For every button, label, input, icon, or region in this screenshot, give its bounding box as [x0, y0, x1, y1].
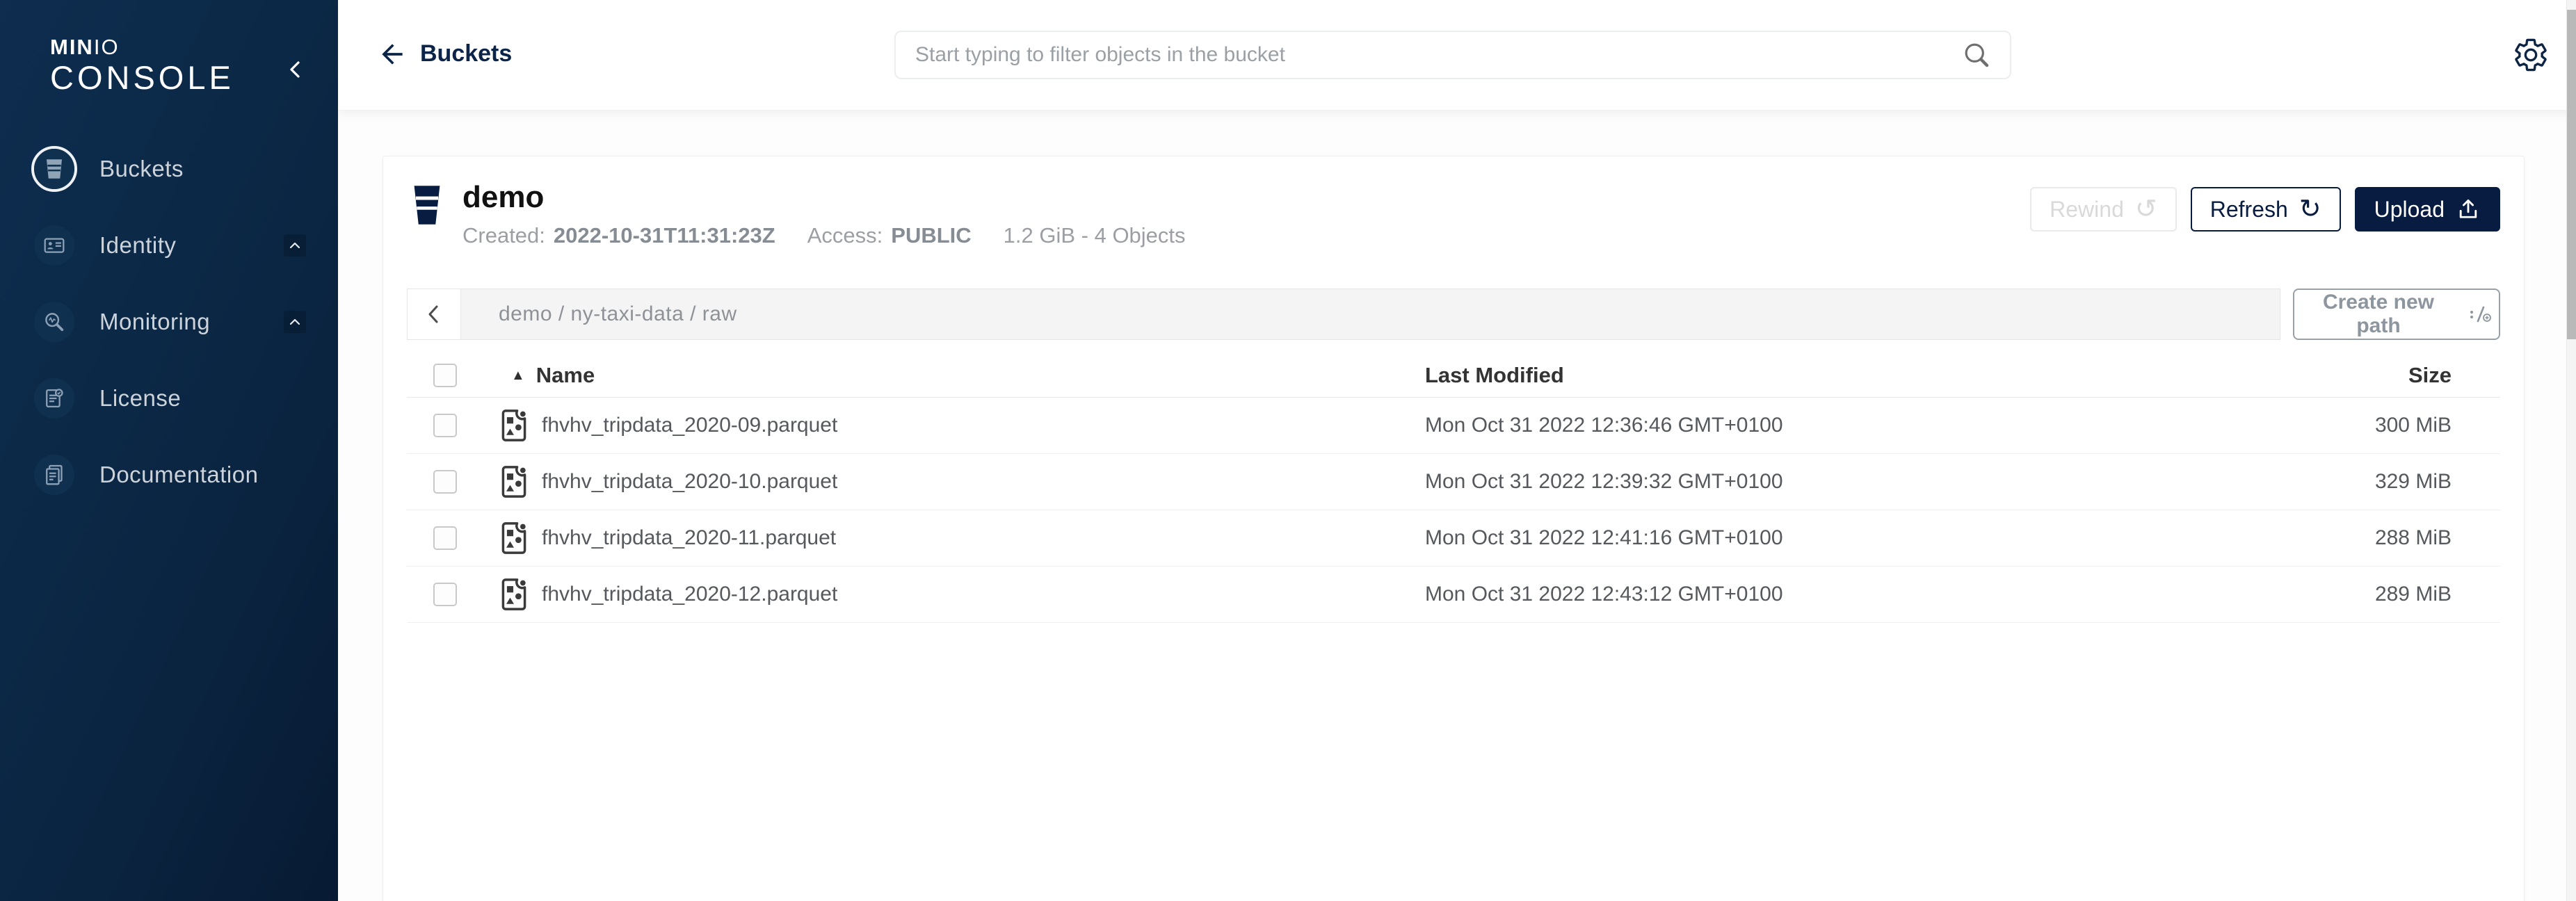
- object-file-icon: [499, 576, 529, 612]
- console-wordmark: CONSOLE: [50, 59, 234, 97]
- access-value[interactable]: PUBLIC: [891, 223, 971, 248]
- sidebar-item-label: Documentation: [99, 462, 258, 488]
- sidebar-item-license[interactable]: License: [0, 375, 338, 421]
- bucket-header: demo Created: 2022-10-31T11:31:23Z Acces…: [407, 181, 2500, 251]
- row-checkbox[interactable]: [433, 583, 457, 606]
- object-name[interactable]: fhvhv_tripdata_2020-12.parquet: [542, 583, 837, 606]
- bucket-browser-card: demo Created: 2022-10-31T11:31:23Z Acces…: [383, 156, 2525, 901]
- object-size: 288 MiB: [2271, 526, 2500, 550]
- minio-wordmark-bold: MIN: [50, 35, 94, 59]
- table-header-row: ▲ Name Last Modified Size: [407, 354, 2500, 398]
- search-input[interactable]: [914, 42, 1961, 67]
- object-file-icon: [499, 520, 529, 556]
- sidebar-collapse-button[interactable]: [282, 57, 307, 82]
- access-label: Access:: [807, 223, 883, 248]
- page-scrollbar-track[interactable]: [2566, 0, 2576, 901]
- select-all-checkbox[interactable]: [433, 364, 457, 387]
- sidebar-item-label: Monitoring: [99, 309, 210, 335]
- rewind-button-label: Rewind: [2050, 197, 2124, 222]
- sidebar-item-monitoring[interactable]: Monitoring: [0, 299, 338, 345]
- object-size: 289 MiB: [2271, 583, 2500, 606]
- path-row: demo / ny-taxi-data / raw Create new pat…: [407, 289, 2500, 340]
- column-header-size[interactable]: Size: [2271, 363, 2500, 388]
- minio-logo: MINIO CONSOLE: [50, 36, 234, 97]
- object-file-icon: [499, 464, 529, 500]
- object-modified: Mon Oct 31 2022 12:41:16 GMT+0100: [1425, 526, 2271, 550]
- refresh-button[interactable]: Refresh ↻: [2191, 187, 2341, 232]
- upload-icon: [2456, 197, 2481, 222]
- identity-card-icon: [42, 234, 66, 257]
- object-name[interactable]: fhvhv_tripdata_2020-09.parquet: [542, 414, 837, 437]
- topbar: Buckets: [338, 0, 2576, 111]
- documentation-icon: [42, 463, 66, 487]
- upload-button[interactable]: Upload: [2355, 187, 2500, 232]
- object-size: 300 MiB: [2271, 414, 2500, 437]
- rewind-icon: ↺: [2135, 196, 2157, 222]
- create-new-path-button[interactable]: Create new path: [2293, 289, 2500, 340]
- created-value: 2022-10-31T11:31:23Z: [554, 223, 775, 248]
- minio-wordmark-light: IO: [94, 35, 120, 59]
- object-modified: Mon Oct 31 2022 12:36:46 GMT+0100: [1425, 414, 2271, 437]
- minio-wordmark: MINIO: [50, 36, 234, 58]
- table-row[interactable]: fhvhv_tripdata_2020-12.parquet Mon Oct 3…: [407, 567, 2500, 623]
- minio-console-screen: MINIO CONSOLE Buckets: [0, 0, 2576, 901]
- object-modified: Mon Oct 31 2022 12:43:12 GMT+0100: [1425, 583, 2271, 606]
- row-checkbox[interactable]: [433, 526, 457, 550]
- table-row[interactable]: fhvhv_tripdata_2020-11.parquet Mon Oct 3…: [407, 510, 2500, 567]
- monitoring-icon: [42, 310, 66, 334]
- chevron-up-icon[interactable]: [284, 234, 306, 257]
- object-modified: Mon Oct 31 2022 12:39:32 GMT+0100: [1425, 470, 2271, 494]
- sidebar: MINIO CONSOLE Buckets: [0, 0, 338, 901]
- table-row[interactable]: fhvhv_tripdata_2020-10.parquet Mon Oct 3…: [407, 454, 2500, 510]
- column-header-modified[interactable]: Last Modified: [1425, 363, 2271, 388]
- create-new-path-label: Create new path: [2299, 291, 2458, 338]
- chevron-left-icon: [422, 302, 446, 326]
- bucket-meta: Created: 2022-10-31T11:31:23Z Access: PU…: [462, 223, 1186, 248]
- search-icon: [1961, 40, 1992, 70]
- sidebar-item-label: License: [99, 385, 181, 412]
- upload-button-label: Upload: [2374, 197, 2445, 222]
- gear-icon: [2512, 36, 2550, 74]
- content-area: demo Created: 2022-10-31T11:31:23Z Acces…: [338, 110, 2576, 901]
- refresh-icon: ↻: [2299, 196, 2321, 222]
- bucket-icon: [44, 157, 65, 181]
- bucket-icon: [411, 183, 443, 227]
- sort-ascending-icon[interactable]: ▲: [511, 368, 525, 382]
- object-filter-searchbox: [894, 31, 2011, 79]
- row-checkbox[interactable]: [433, 414, 457, 437]
- objects-table: ▲ Name Last Modified Size: [407, 354, 2500, 623]
- bucket-actions: Rewind ↺ Refresh ↻ Upload: [2030, 187, 2500, 232]
- sidebar-item-label: Buckets: [99, 156, 184, 182]
- object-name[interactable]: fhvhv_tripdata_2020-11.parquet: [542, 526, 836, 550]
- column-header-name[interactable]: Name: [536, 363, 595, 388]
- sidebar-item-buckets[interactable]: Buckets: [0, 146, 338, 192]
- chevron-left-icon: [282, 57, 307, 82]
- back-button[interactable]: [377, 39, 408, 70]
- path-back-button[interactable]: [408, 289, 461, 339]
- created-label: Created:: [462, 223, 545, 248]
- rewind-button[interactable]: Rewind ↺: [2030, 187, 2177, 232]
- object-file-icon: [499, 407, 529, 444]
- topbar-title[interactable]: Buckets: [420, 40, 512, 67]
- bucket-name: demo: [462, 181, 1186, 213]
- row-checkbox[interactable]: [433, 470, 457, 494]
- license-icon: [42, 387, 66, 410]
- sidebar-item-identity[interactable]: Identity: [0, 222, 338, 268]
- object-size: 329 MiB: [2271, 470, 2500, 494]
- path-bar: demo / ny-taxi-data / raw: [407, 289, 2280, 340]
- table-row[interactable]: fhvhv_tripdata_2020-09.parquet Mon Oct 3…: [407, 398, 2500, 454]
- sidebar-item-documentation[interactable]: Documentation: [0, 452, 338, 498]
- arrow-left-icon: [377, 39, 408, 70]
- bucket-usage: 1.2 GiB - 4 Objects: [1004, 223, 1186, 248]
- sidebar-item-label: Identity: [99, 232, 176, 259]
- main-area: Buckets: [338, 0, 2576, 901]
- breadcrumb[interactable]: demo / ny-taxi-data / raw: [461, 289, 2280, 339]
- new-path-icon: [2468, 302, 2495, 326]
- page-scrollbar-thumb[interactable]: [2567, 10, 2576, 339]
- object-name[interactable]: fhvhv_tripdata_2020-10.parquet: [542, 470, 837, 494]
- sidebar-nav: Buckets Identity: [0, 146, 338, 528]
- settings-button[interactable]: [2512, 36, 2550, 74]
- chevron-up-icon[interactable]: [284, 311, 306, 333]
- refresh-button-label: Refresh: [2210, 197, 2288, 222]
